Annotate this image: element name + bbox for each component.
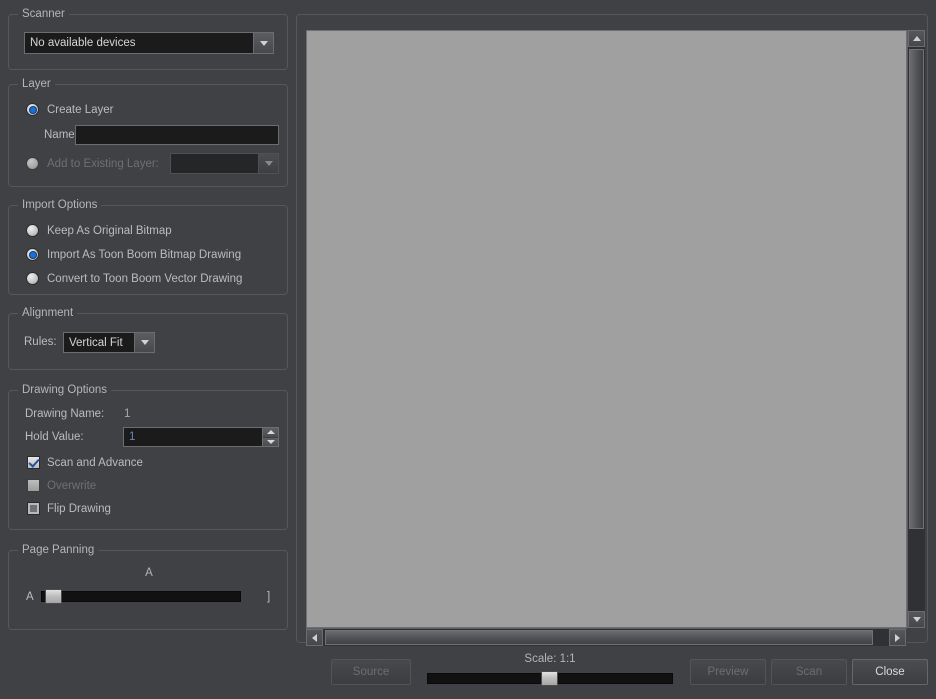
preview-scroll-up-button[interactable]	[908, 30, 925, 47]
alignment-group-title: Alignment	[18, 307, 78, 320]
hold-value-spinbox[interactable]: 1	[123, 427, 279, 447]
preview-scroll-right-button[interactable]	[889, 629, 906, 646]
import-option-radio-icon[interactable]	[26, 224, 39, 237]
add-to-existing-layer-radio-row: Add to Existing Layer:	[26, 157, 159, 170]
alignment-rules-label: Rules:	[24, 336, 57, 348]
import-option-radio-icon[interactable]	[26, 272, 39, 285]
preview-vertical-scroll-thumb[interactable]	[909, 49, 924, 529]
page-panning-right-marker: ]	[267, 591, 271, 603]
overwrite-label: Overwrite	[47, 479, 97, 492]
layer-group-title: Layer	[18, 78, 55, 91]
scan-dialog: Scanner No available devices Layer Creat…	[0, 0, 936, 699]
add-to-existing-layer-radio-icon	[26, 157, 39, 170]
alignment-rules-dropdown-button[interactable]	[134, 333, 154, 352]
page-panning-group-title: Page Panning	[18, 544, 99, 557]
scan-and-advance-checkbox[interactable]	[27, 456, 40, 469]
hold-value-increment-button[interactable]	[263, 428, 278, 438]
import-option-label: Keep As Original Bitmap	[47, 224, 172, 237]
chevron-down-icon	[259, 40, 268, 46]
scanner-group: Scanner No available devices	[8, 8, 288, 70]
hold-value-decrement-button[interactable]	[263, 437, 278, 446]
triangle-down-icon	[266, 439, 275, 444]
page-panning-group: Page Panning A A ]	[8, 544, 288, 630]
drawing-name-label: Drawing Name:	[25, 408, 105, 420]
import-option-toon-boom-vector[interactable]: Convert to Toon Boom Vector Drawing	[26, 272, 242, 285]
overwrite-row: Overwrite	[27, 479, 96, 492]
add-to-existing-layer-label: Add to Existing Layer:	[47, 157, 159, 170]
scale-slider-handle[interactable]	[541, 671, 558, 686]
scanner-device-combo[interactable]: No available devices	[24, 32, 274, 54]
create-layer-radio-row[interactable]: Create Layer	[26, 103, 113, 116]
page-panning-top-marker: A	[145, 567, 153, 579]
drawing-name-value: 1	[124, 408, 131, 420]
page-panning-left-marker: A	[26, 591, 34, 603]
flip-drawing-checkbox[interactable]	[27, 502, 40, 515]
add-to-existing-layer-combo	[170, 153, 279, 174]
overwrite-checkbox	[27, 479, 40, 492]
preview-horizontal-scroll-thumb[interactable]	[325, 630, 873, 645]
page-panning-slider-handle[interactable]	[45, 589, 62, 604]
import-option-label: Import As Toon Boom Bitmap Drawing	[47, 248, 242, 261]
scan-and-advance-row[interactable]: Scan and Advance	[27, 456, 143, 469]
create-layer-radio-icon[interactable]	[26, 103, 39, 116]
scale-slider[interactable]	[427, 671, 673, 686]
scale-label: Scale: 1:1	[524, 653, 576, 665]
hold-value-input[interactable]: 1	[124, 428, 262, 446]
import-option-radio-icon[interactable]	[26, 248, 39, 261]
alignment-rules-value: Vertical Fit	[69, 336, 123, 349]
arrow-up-icon	[912, 36, 921, 41]
arrow-left-icon	[312, 633, 317, 642]
import-option-keep-original-bitmap[interactable]: Keep As Original Bitmap	[26, 224, 172, 237]
page-panning-slider-groove	[41, 591, 241, 602]
preview-scroll-down-button[interactable]	[908, 611, 925, 628]
preview-vertical-scroll-track[interactable]	[908, 47, 925, 611]
arrow-right-icon	[895, 633, 900, 642]
import-option-label: Convert to Toon Boom Vector Drawing	[47, 272, 243, 285]
drawing-options-group: Drawing Options Drawing Name: 1 Hold Val…	[8, 384, 288, 530]
preview-panel	[296, 14, 928, 646]
preview-horizontal-scrollbar[interactable]	[306, 628, 907, 646]
preview-horizontal-scroll-track[interactable]	[323, 629, 889, 646]
layer-name-input[interactable]	[75, 125, 279, 145]
arrow-down-icon	[912, 617, 921, 622]
chevron-down-icon	[140, 340, 149, 345]
add-to-existing-layer-dropdown-button	[258, 154, 278, 173]
layer-name-label: Name:	[44, 129, 78, 141]
preview-button: Preview	[690, 659, 766, 685]
triangle-up-icon	[266, 430, 275, 435]
preview-scroll-left-button[interactable]	[306, 629, 323, 646]
chevron-down-icon	[264, 161, 273, 166]
close-button[interactable]: Close	[852, 659, 928, 685]
layer-group: Layer Create Layer Name: Add to Existing…	[8, 78, 288, 187]
flip-drawing-row[interactable]: Flip Drawing	[27, 502, 111, 515]
scanner-device-value: No available devices	[30, 37, 136, 49]
scan-and-advance-label: Scan and Advance	[47, 456, 143, 469]
preview-image	[307, 31, 906, 627]
scan-button: Scan	[771, 659, 847, 685]
import-options-group-title: Import Options	[18, 199, 102, 212]
drawing-options-group-title: Drawing Options	[18, 384, 112, 397]
import-options-group: Import Options Keep As Original Bitmap I…	[8, 199, 288, 295]
create-layer-label: Create Layer	[47, 103, 114, 116]
hold-value-stepper[interactable]	[262, 428, 278, 446]
scanner-group-title: Scanner	[18, 8, 69, 21]
alignment-rules-combo[interactable]: Vertical Fit	[63, 332, 155, 353]
preview-canvas-viewport[interactable]	[306, 30, 907, 628]
preview-vertical-scrollbar[interactable]	[907, 30, 925, 628]
add-to-existing-layer-value	[171, 154, 258, 173]
source-button: Source	[331, 659, 411, 685]
page-panning-slider[interactable]	[41, 589, 241, 604]
alignment-group: Alignment Rules: Vertical Fit	[8, 307, 288, 370]
scanner-device-dropdown-button[interactable]	[253, 33, 273, 53]
flip-drawing-label: Flip Drawing	[47, 502, 111, 515]
import-option-toon-boom-bitmap[interactable]: Import As Toon Boom Bitmap Drawing	[26, 248, 241, 261]
hold-value-label: Hold Value:	[25, 431, 84, 443]
